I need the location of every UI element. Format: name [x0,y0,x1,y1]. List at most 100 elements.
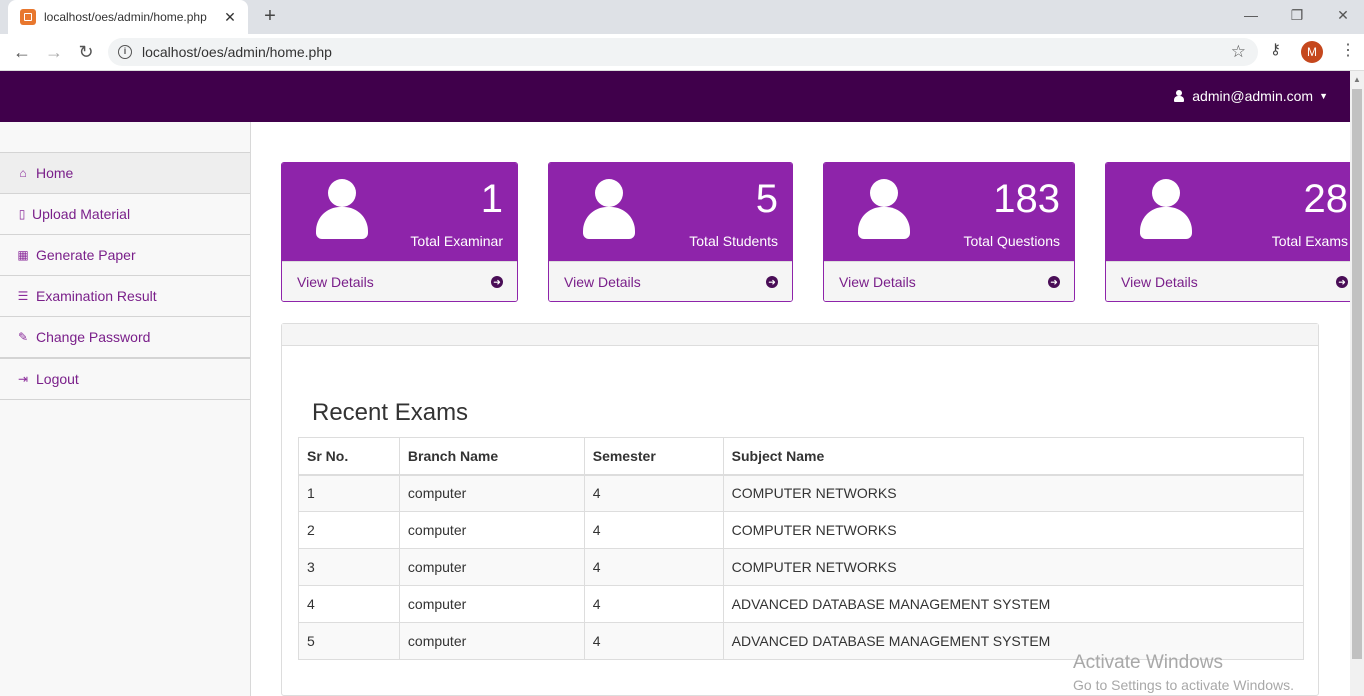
cell-sr-no: 4 [298,585,400,623]
cell-semester: 4 [583,548,724,586]
card-count: 28 [1303,177,1349,221]
cell-branch: computer [398,511,585,549]
sidebar-item-home[interactable]: ⌂ Home [0,152,250,193]
card-count: 1 [480,177,503,221]
close-window-button[interactable]: ✕ [1328,4,1358,26]
cell-sr-no: 3 [298,548,400,586]
cell-branch: computer [398,548,585,586]
view-details-link[interactable]: View Details ➜ [282,261,517,301]
card-header: 183 Total Questions [824,163,1074,261]
cell-branch: computer [398,585,585,623]
user-menu[interactable]: admin@admin.com ▼ [1174,88,1328,104]
sidebar-item-label: Examination Result [36,288,157,304]
edit-icon: ✎ [17,330,29,344]
sidebar-divider [0,399,250,400]
sidebar-item-upload-material[interactable]: ▯ Upload Material [0,193,250,234]
cell-subject: ADVANCED DATABASE MANAGEMENT SYSTEM [722,585,1305,623]
forward-button[interactable]: → [42,40,66,64]
windows-activation-watermark: Activate Windows Go to Settings to activ… [1073,652,1294,693]
user-icon [316,179,368,239]
card-label: Total Examinar [410,233,503,249]
cell-subject: COMPUTER NETWORKS [722,548,1305,586]
key-icon[interactable]: ⚷ [1270,40,1281,58]
browser-menu-icon[interactable]: ⋮ [1340,40,1356,60]
restore-button[interactable]: ❐ [1282,4,1312,26]
table-row: 3 computer 4 COMPUTER NETWORKS [298,548,1305,586]
arrow-circle-right-icon: ➜ [1336,275,1348,288]
sidebar-item-change-password[interactable]: ✎ Change Password [0,316,250,357]
sidebar-item-label: Generate Paper [36,247,136,263]
browser-tab[interactable]: localhost/oes/admin/home.php ✕ [8,0,248,34]
watermark-subtitle: Go to Settings to activate Windows. [1073,677,1294,693]
reload-button[interactable]: ↻ [74,40,98,64]
sidebar-item-label: Upload Material [32,206,131,222]
view-details-label: View Details [297,273,374,290]
sidebar: ⌂ Home ▯ Upload Material ▦ Generate Pape… [0,122,251,696]
back-button[interactable]: ← [10,40,34,64]
url-text: localhost/oes/admin/home.php [142,44,332,60]
table-row: 1 computer 4 COMPUTER NETWORKS [298,474,1305,512]
info-icon[interactable]: i [118,45,132,59]
sidebar-item-logout[interactable]: ⇥ Logout [0,357,250,398]
card-header: 28 Total Exams [1106,163,1350,261]
card-total-exams: 28 Total Exams View Details ➜ [1105,162,1350,302]
table-header-row: Sr No. Branch Name Semester Subject Name [298,437,1305,476]
card-label: Total Questions [963,233,1061,249]
sign-out-icon: ⇥ [17,371,29,386]
view-details-link[interactable]: View Details ➜ [549,261,792,301]
browser-tab-bar: localhost/oes/admin/home.php ✕ + — ❐ ✕ [0,0,1364,34]
arrow-circle-right-icon: ➜ [491,275,503,288]
card-header: 5 Total Students [549,163,792,261]
bookmark-star-icon[interactable]: ☆ [1231,42,1246,62]
list-icon: ☰ [17,289,29,303]
cell-subject: COMPUTER NETWORKS [722,511,1305,549]
card-header: 1 Total Examinar [282,163,517,261]
view-details-link[interactable]: View Details ➜ [824,261,1074,301]
card-count: 5 [755,177,778,221]
home-icon: ⌂ [19,166,27,180]
profile-avatar[interactable]: M [1301,41,1323,63]
cell-subject: COMPUTER NETWORKS [722,474,1305,512]
panel-heading [282,324,1318,346]
address-bar[interactable]: i localhost/oes/admin/home.php ☆ [108,38,1258,66]
minimize-button[interactable]: — [1236,4,1266,26]
xampp-favicon-icon [20,9,36,25]
new-tab-button[interactable]: + [258,4,282,28]
card-count: 183 [993,177,1060,221]
arrow-circle-right-icon: ➜ [766,275,778,288]
card-total-students: 5 Total Students View Details ➜ [548,162,793,302]
cell-sr-no: 5 [298,622,400,660]
user-icon [1140,179,1192,239]
close-tab-icon[interactable]: ✕ [222,9,238,26]
user-icon [583,179,635,239]
view-details-link[interactable]: View Details ➜ [1106,261,1350,301]
browser-toolbar: ← → ↻ i localhost/oes/admin/home.php ☆ [0,34,1364,71]
sidebar-item-examination-result[interactable]: ☰ Examination Result [0,275,250,316]
cell-semester: 4 [583,474,724,512]
user-icon [858,179,910,239]
scroll-up-icon[interactable]: ▲ [1353,75,1361,84]
column-header: Subject Name [722,437,1305,476]
scroll-thumb[interactable] [1352,89,1362,659]
view-details-label: View Details [564,273,641,290]
view-details-label: View Details [1121,273,1198,290]
table-row: 2 computer 4 COMPUTER NETWORKS [298,511,1305,549]
sidebar-item-generate-paper[interactable]: ▦ Generate Paper [0,234,250,275]
sidebar-item-label: Home [36,165,74,181]
cell-branch: computer [398,622,585,660]
file-icon: ▯ [18,207,26,221]
recent-exams-panel: Recent Exams Sr No. Branch Name Semester… [281,323,1319,696]
card-total-questions: 183 Total Questions View Details ➜ [823,162,1075,302]
page-scrollbar[interactable]: ▲ [1350,71,1364,696]
tab-title: localhost/oes/admin/home.php [44,10,207,24]
table-icon: ▦ [17,248,29,262]
sidebar-item-label: Change Password [36,329,151,345]
view-details-label: View Details [839,273,916,290]
card-label: Total Exams [1271,233,1348,249]
arrow-circle-right-icon: ➜ [1048,275,1060,288]
cell-sr-no: 2 [298,511,400,549]
user-icon [1174,90,1185,102]
cell-semester: 4 [583,585,724,623]
cell-branch: computer [398,474,585,512]
cell-semester: 4 [583,511,724,549]
